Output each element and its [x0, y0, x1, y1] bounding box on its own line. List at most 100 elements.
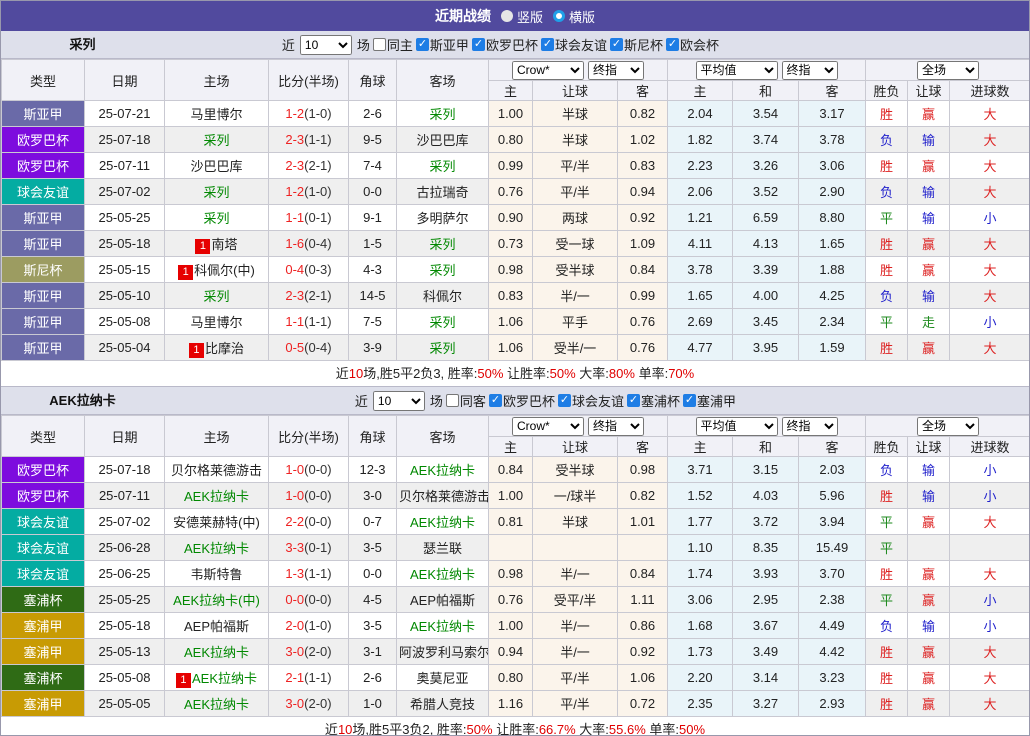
home-team-name[interactable]: 南塔	[211, 237, 237, 252]
fulltime-select[interactable]: 全场	[917, 416, 980, 436]
odds-time-select[interactable]: 终指	[588, 60, 644, 80]
result-handicap-cell: 赢	[907, 690, 951, 717]
checkbox-checked-icon[interactable]: ✓	[540, 38, 554, 51]
home-team-name[interactable]: AEP帕福斯	[184, 619, 249, 634]
league-checkbox-4[interactable]: ✓ 欧会杯	[665, 35, 719, 54]
away-team-name[interactable]: 多明萨尔	[416, 211, 468, 226]
away-team-name[interactable]: 希腊人竞技	[410, 697, 475, 712]
avg-source-select[interactable]: 平均值	[695, 60, 778, 80]
odds-source-select[interactable]: Crow*	[512, 416, 584, 436]
away-team-name[interactable]: AEK拉纳卡	[410, 463, 475, 478]
league-checkbox-0[interactable]: ✓ 斯亚甲	[415, 35, 469, 54]
away-team-name[interactable]: AEK拉纳卡	[410, 515, 475, 530]
avg-home-cell: 4.77	[667, 334, 733, 361]
score-cell: 0-4(0-3)	[268, 256, 349, 283]
result-wdl-cell: 负	[865, 126, 909, 153]
fulltime-score: 2-1	[285, 670, 305, 685]
away-team-name[interactable]: 瑟兰联	[423, 541, 462, 556]
home-team-name[interactable]: AEK拉纳卡	[184, 489, 249, 504]
avg-time-select[interactable]: 终指	[781, 60, 838, 80]
league-checkbox-3[interactable]: ✓ 斯尼杯	[609, 35, 663, 54]
away-team-name[interactable]: 采列	[429, 159, 455, 174]
home-team-name[interactable]: 马里博尔	[190, 107, 242, 122]
odds-time-select[interactable]: 终指	[588, 416, 644, 436]
avg-time-select[interactable]: 终指	[781, 416, 838, 436]
away-team-name[interactable]: 奥莫尼亚	[416, 671, 468, 686]
odds-away-cell: 0.84	[617, 256, 668, 283]
checkbox-checked-icon[interactable]: ✓	[471, 38, 485, 51]
checkbox-checked-icon[interactable]: ✓	[682, 394, 696, 407]
fulltime-select[interactable]: 全场	[917, 60, 980, 80]
odds-away-cell: 0.86	[617, 612, 668, 639]
away-team-name[interactable]: 采列	[429, 107, 455, 122]
home-team-name[interactable]: 科佩尔(中)	[194, 263, 255, 278]
home-team-name[interactable]: AEK拉纳卡	[184, 697, 249, 712]
radio-horizontal-icon[interactable]	[553, 10, 565, 22]
home-team-cell: AEK拉纳卡	[164, 638, 269, 665]
corners-cell: 0-0	[348, 178, 397, 205]
same-side-checkbox[interactable]: 同主	[372, 35, 413, 54]
league-checkbox-2[interactable]: ✓ 球会友谊	[540, 35, 607, 54]
away-team-name[interactable]: 采列	[429, 341, 455, 356]
radio-vertical-icon[interactable]	[500, 10, 513, 22]
home-team-name[interactable]: 马里博尔	[190, 315, 242, 330]
checkbox-checked-icon[interactable]: ✓	[626, 394, 640, 407]
games-label: 场	[356, 38, 370, 53]
away-team-name[interactable]: AEP帕福斯	[410, 593, 475, 608]
home-team-name[interactable]: 采列	[203, 185, 229, 200]
away-team-cell: 沙巴巴库	[396, 126, 489, 153]
near-count-select[interactable]: 10	[299, 34, 352, 55]
home-team-name[interactable]: AEK拉纳卡(中)	[173, 593, 260, 608]
home-team-name[interactable]: AEK拉纳卡	[184, 541, 249, 556]
away-team-name[interactable]: AEK拉纳卡	[410, 619, 475, 634]
odds-handicap-cell: 半/一	[532, 638, 618, 665]
checkbox-unchecked-icon[interactable]	[445, 394, 459, 407]
home-team-name[interactable]: 比摩治	[205, 341, 244, 356]
odds-source-select[interactable]: Crow*	[512, 60, 584, 80]
away-team-name[interactable]: 采列	[429, 237, 455, 252]
away-team-name[interactable]: 采列	[429, 315, 455, 330]
league-checkbox-1[interactable]: ✓ 球会友谊	[557, 391, 624, 410]
halftime-score: (0-0)	[304, 592, 332, 607]
league-checkbox-3-label: 斯尼杯	[623, 38, 663, 53]
home-team-name[interactable]: AEK拉纳卡	[192, 671, 257, 686]
home-team-name[interactable]: 采列	[203, 211, 229, 226]
checkbox-checked-icon[interactable]: ✓	[488, 394, 502, 407]
fulltime-score: 1-3	[285, 566, 305, 581]
home-team-name[interactable]: 采列	[203, 133, 229, 148]
away-team-name[interactable]: 古拉瑞奇	[416, 185, 468, 200]
match-row: 塞浦甲 25-05-18 AEP帕福斯 2-0(1-0) 3-5 AEK拉纳卡 1.00 半/…	[1, 612, 1029, 639]
checkbox-checked-icon[interactable]: ✓	[665, 38, 679, 51]
league-checkbox-0[interactable]: ✓ 欧罗巴杯	[488, 391, 555, 410]
avg-source-select[interactable]: 平均值	[695, 416, 778, 436]
away-team-name[interactable]: 贝尔格莱德游击	[399, 489, 488, 504]
home-team-name[interactable]: 安德莱赫特(中)	[173, 515, 260, 530]
home-team-name[interactable]: AEK拉纳卡	[184, 645, 249, 660]
halftime-score: (0-3)	[304, 262, 332, 277]
league-checkbox-2[interactable]: ✓ 塞浦杯	[626, 391, 680, 410]
home-team-name[interactable]: 沙巴巴库	[190, 159, 242, 174]
odds-home-cell: 0.90	[488, 204, 533, 231]
away-team-name[interactable]: 采列	[429, 263, 455, 278]
away-team-name[interactable]: 沙巴巴库	[416, 133, 468, 148]
home-team-name[interactable]: 韦斯特鲁	[190, 567, 242, 582]
same-side-checkbox[interactable]: 同客	[445, 391, 486, 410]
checkbox-checked-icon[interactable]: ✓	[609, 38, 623, 51]
home-team-name[interactable]: 采列	[203, 289, 229, 304]
checkbox-checked-icon[interactable]: ✓	[415, 38, 429, 51]
away-team-name[interactable]: 科佩尔	[423, 289, 462, 304]
near-count-select[interactable]: 10	[372, 390, 425, 411]
odds-away-cell: 0.82	[617, 100, 668, 127]
league-cell: 塞浦甲	[1, 638, 85, 665]
avg-away-cell: 3.06	[797, 152, 867, 179]
checkbox-unchecked-icon[interactable]	[372, 38, 386, 51]
checkbox-checked-icon[interactable]: ✓	[557, 394, 571, 407]
league-checkbox-1[interactable]: ✓ 欧罗巴杯	[471, 35, 538, 54]
away-team-name[interactable]: AEK拉纳卡	[410, 567, 475, 582]
league-checkbox-3[interactable]: ✓ 塞浦甲	[682, 391, 736, 410]
away-team-name[interactable]: 阿波罗利马索尔	[399, 645, 488, 660]
avg-home-cell: 3.06	[667, 586, 733, 613]
radio-vertical-option[interactable]: 竖版	[500, 7, 543, 26]
radio-horizontal-option[interactable]: 横版	[553, 7, 595, 26]
home-team-name[interactable]: 贝尔格莱德游击	[171, 463, 262, 478]
